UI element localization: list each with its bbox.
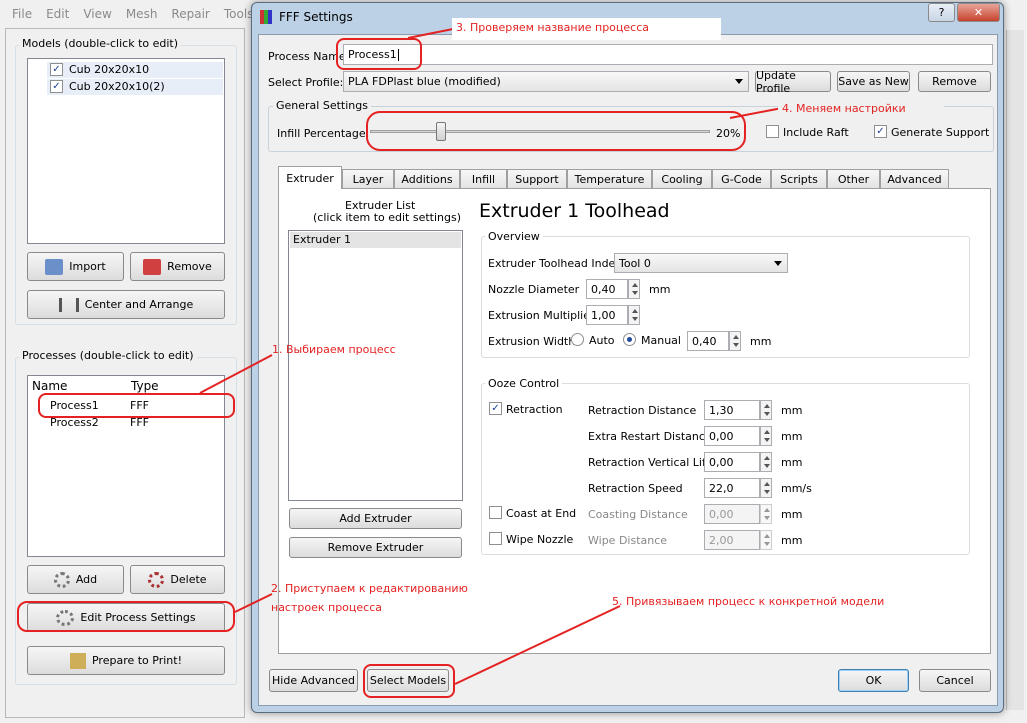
annotation-2-line2: настроек процесса (271, 601, 383, 614)
arrow-1 (199, 354, 273, 394)
arrow-3 (407, 27, 459, 39)
annotation-5: 5. Привязываем процесс к конкретной моде… (612, 595, 885, 608)
arrow-2 (234, 593, 273, 613)
annotation-3: 3. Проверяем название процесса (456, 21, 649, 34)
arrow-5 (454, 605, 621, 685)
tab-extruder[interactable]: Extruder (278, 166, 342, 189)
annotation-4: 4. Меняем настройки (782, 102, 906, 115)
annotation-2-line1: 2. Приступаем к редактированию (271, 582, 468, 595)
arrow-4 (729, 107, 783, 119)
annotation-1: 1. Выбираем процесс (272, 343, 396, 356)
